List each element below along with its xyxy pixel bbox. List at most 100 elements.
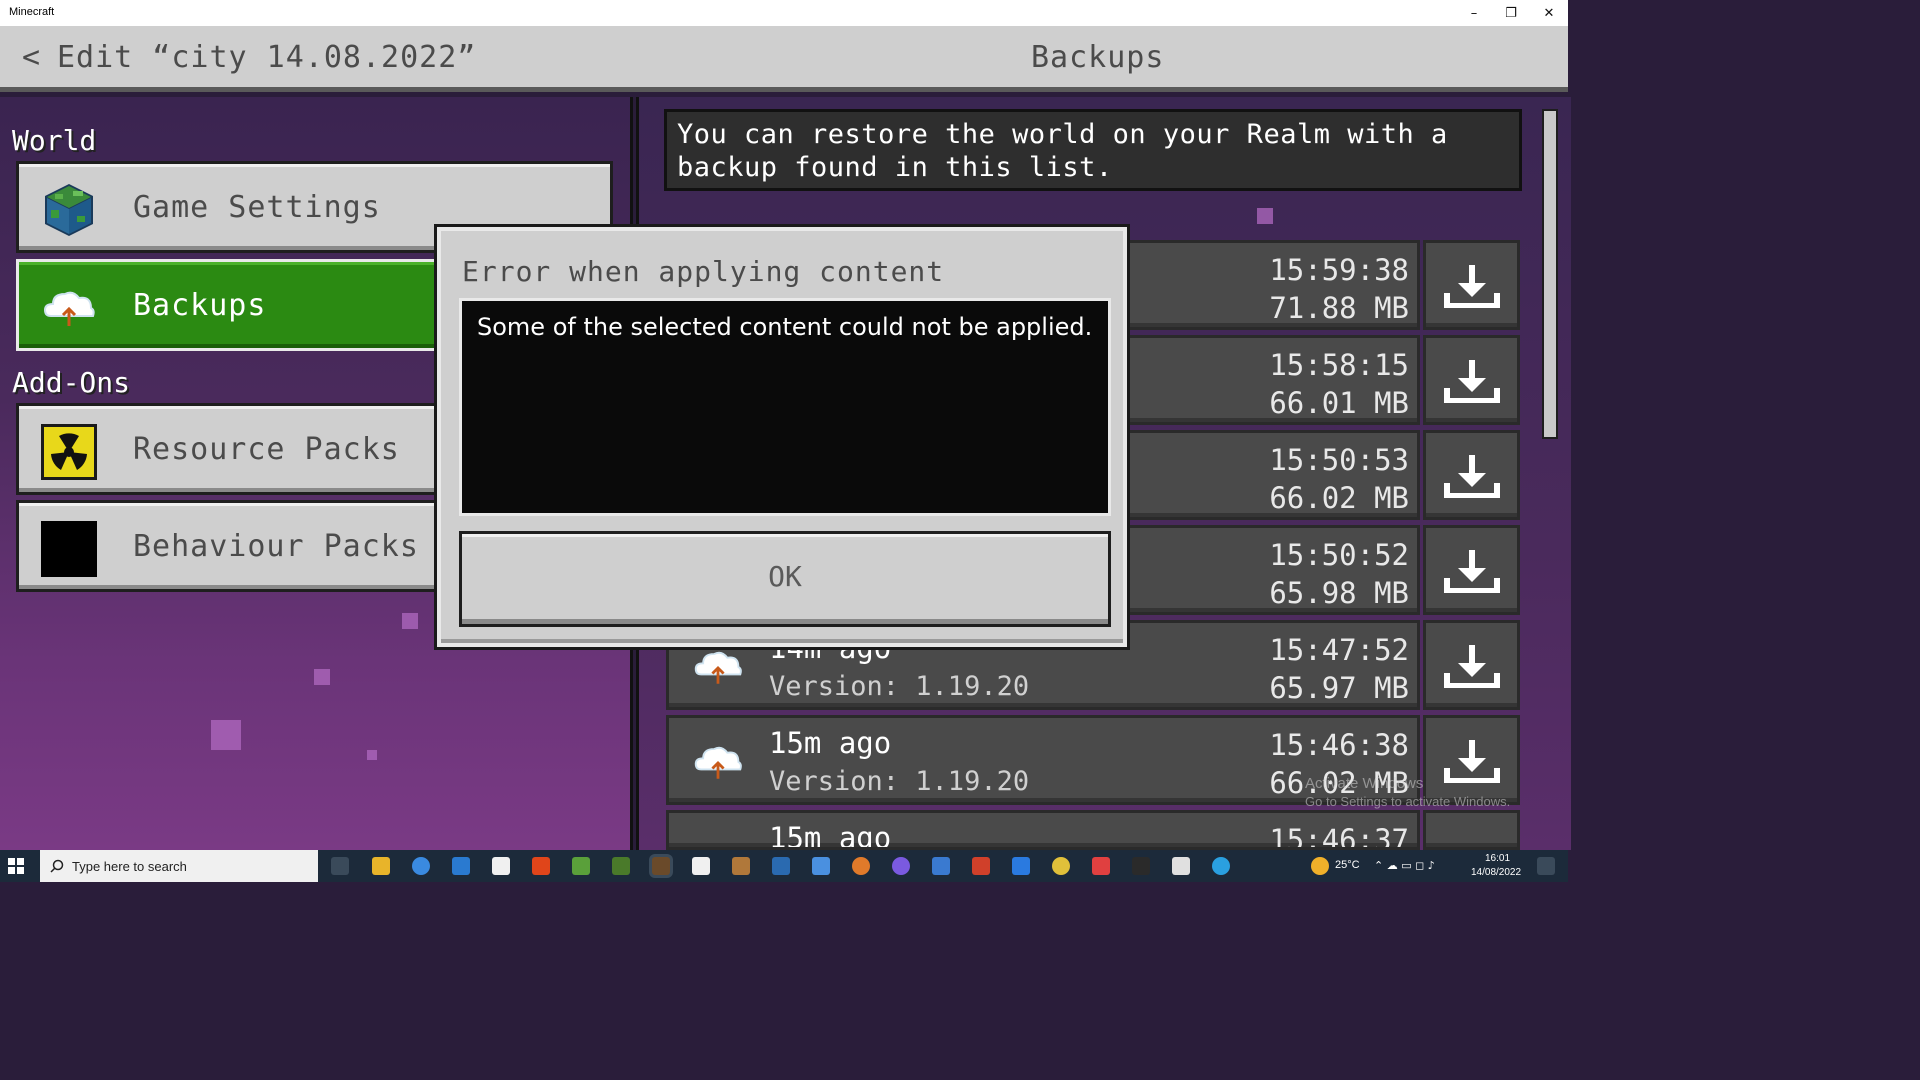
page-header: < Edit “city 14.08.2022” Backups xyxy=(0,26,1568,92)
backup-size: 71.88 MB xyxy=(1269,291,1409,325)
download-button[interactable] xyxy=(1423,335,1520,425)
cloud-upload-icon xyxy=(43,291,95,326)
radiation-icon xyxy=(41,424,97,480)
download-icon xyxy=(1444,455,1500,498)
clock-time[interactable]: 16:01 xyxy=(1485,853,1510,864)
download-button[interactable] xyxy=(1423,525,1520,615)
info-text: You can restore the world on your Realm … xyxy=(677,119,1448,183)
backup-age: 15m ago xyxy=(769,726,892,760)
sidebar-item-label: Backups xyxy=(133,288,267,323)
sidebar-item-label: Resource Packs xyxy=(133,432,400,467)
error-dialog: Error when applying content Some of the … xyxy=(437,227,1127,647)
discord-icon[interactable] xyxy=(892,857,910,875)
backup-row[interactable]: 15m ago 15:46:37 xyxy=(666,810,1420,850)
sidebar-item-label: Behaviour Packs xyxy=(133,529,419,564)
particle-decoration xyxy=(314,669,330,685)
backup-time: 15:46:37 xyxy=(1269,823,1409,850)
download-icon xyxy=(1444,265,1500,308)
backup-time: 15:46:38 xyxy=(1269,728,1409,762)
backup-time: 15:50:53 xyxy=(1269,443,1409,477)
clock-date[interactable]: 14/08/2022 xyxy=(1471,867,1521,878)
world-section-label: World xyxy=(12,124,97,157)
back-button[interactable]: < xyxy=(22,40,40,75)
red-app-icon[interactable] xyxy=(1092,857,1110,875)
taskbar: Type here to search 25°C ⌃ ☁ ▭ ◻ ♪ 16:01… xyxy=(0,850,1568,882)
notification-icon[interactable] xyxy=(1537,857,1555,875)
watermark-subtitle: Go to Settings to activate Windows. xyxy=(1305,794,1511,809)
backup-size: 66.01 MB xyxy=(1269,386,1409,420)
globe-icon xyxy=(45,184,93,236)
download-icon xyxy=(1444,645,1500,688)
backup-time: 15:58:15 xyxy=(1269,348,1409,382)
file-explorer-icon[interactable] xyxy=(372,857,390,875)
chrome-icon[interactable] xyxy=(412,857,430,875)
download-button[interactable] xyxy=(1423,240,1520,330)
notepad-icon[interactable] xyxy=(692,857,710,875)
window-app-icon[interactable] xyxy=(932,857,950,875)
particle-decoration xyxy=(1257,208,1273,224)
particle-decoration xyxy=(402,613,418,629)
backup-time: 15:50:52 xyxy=(1269,538,1409,572)
download-icon xyxy=(1444,550,1500,593)
pen-app-icon[interactable] xyxy=(1172,857,1190,875)
search-icon xyxy=(50,859,64,873)
mail-icon[interactable] xyxy=(452,857,470,875)
cloud-upload-icon xyxy=(694,746,742,779)
backup-age: 15m ago xyxy=(769,821,892,850)
dialog-message: Some of the selected content could not b… xyxy=(477,313,1093,341)
weather-temp[interactable]: 25°C xyxy=(1335,859,1360,871)
task-view-icon[interactable] xyxy=(331,857,349,875)
activation-watermark: Activate Windows Go to Settings to activ… xyxy=(1305,775,1510,811)
lemon-app-icon[interactable] xyxy=(1052,857,1070,875)
scrollbar[interactable] xyxy=(1542,109,1558,439)
minecraft-icon[interactable] xyxy=(612,857,630,875)
grid-app-icon[interactable] xyxy=(972,857,990,875)
bluetooth-app-icon[interactable] xyxy=(1012,857,1030,875)
download-button[interactable] xyxy=(1423,620,1520,710)
backup-time: 15:59:38 xyxy=(1269,253,1409,287)
blender-icon[interactable] xyxy=(852,857,870,875)
watermark-title: Activate Windows xyxy=(1305,775,1424,792)
backup-time: 15:47:52 xyxy=(1269,633,1409,667)
backup-size: 65.97 MB xyxy=(1269,671,1409,705)
taskbar-search[interactable]: Type here to search xyxy=(40,850,318,882)
addons-section-label: Add-Ons xyxy=(12,366,131,399)
ok-button-label: OK xyxy=(768,560,802,593)
weather-icon[interactable] xyxy=(1311,857,1329,875)
dark-app-icon[interactable] xyxy=(1132,857,1150,875)
download-button[interactable] xyxy=(1423,810,1520,850)
minecraft-active-icon[interactable] xyxy=(652,857,670,875)
backup-version: Version: 1.19.20 xyxy=(769,766,1030,797)
telegram-icon[interactable] xyxy=(1212,857,1230,875)
document-icon[interactable] xyxy=(492,857,510,875)
window-title: Minecraft xyxy=(9,6,55,18)
package-icon[interactable] xyxy=(732,857,750,875)
download-button[interactable] xyxy=(1423,430,1520,520)
ok-button[interactable]: OK xyxy=(459,531,1111,627)
black-square-icon xyxy=(41,521,97,577)
search-placeholder: Type here to search xyxy=(72,859,187,874)
minecraft-launcher-icon[interactable] xyxy=(572,857,590,875)
dialog-message-box: Some of the selected content could not b… xyxy=(459,298,1111,516)
app-icon[interactable] xyxy=(772,857,790,875)
restore-button[interactable]: ❐ xyxy=(1492,0,1530,26)
system-tray-icons[interactable]: ⌃ ☁ ▭ ◻ ♪ xyxy=(1374,859,1435,872)
download-icon xyxy=(1444,360,1500,403)
dialog-title: Error when applying content xyxy=(462,255,945,288)
close-button[interactable]: ✕ xyxy=(1530,0,1568,26)
info-box: You can restore the world on your Realm … xyxy=(664,109,1522,191)
window-titlebar: Minecraft – ❐ ✕ xyxy=(0,0,1568,26)
backup-size: 66.02 MB xyxy=(1269,481,1409,515)
office-icon[interactable] xyxy=(532,857,550,875)
windows-start-icon[interactable] xyxy=(8,858,24,874)
minimize-button[interactable]: – xyxy=(1455,0,1493,26)
backup-size: 65.98 MB xyxy=(1269,576,1409,610)
particle-decoration xyxy=(367,750,377,760)
store-icon[interactable] xyxy=(812,857,830,875)
particle-decoration xyxy=(211,720,241,750)
backup-version: Version: 1.19.20 xyxy=(769,671,1030,702)
page-title: Edit “city 14.08.2022” xyxy=(57,40,477,75)
section-title: Backups xyxy=(1031,40,1165,75)
sidebar-item-label: Game Settings xyxy=(133,190,381,225)
cloud-upload-icon xyxy=(694,651,742,684)
